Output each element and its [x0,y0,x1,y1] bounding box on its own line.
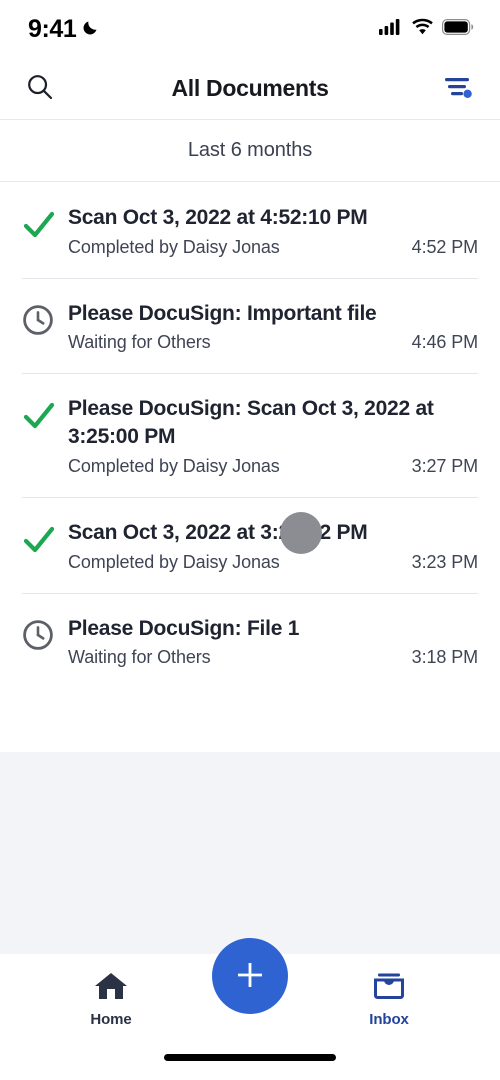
create-new-button[interactable] [212,938,288,1014]
nav-tab-home[interactable]: Home [56,970,166,1028]
document-content: Please DocuSign: File 1 Waiting for Othe… [68,615,478,669]
nav-tab-inbox-label: Inbox [369,1011,409,1028]
table-row[interactable]: Scan Oct 3, 2022 at 4:52:10 PM Completed… [0,182,500,278]
home-indicator-bar [164,1054,336,1061]
document-meta: Waiting for Others 4:46 PM [68,332,478,353]
status-icon-cell [22,204,68,247]
plus-icon [233,958,267,995]
table-row[interactable]: Please DocuSign: File 1 Waiting for Othe… [0,592,500,689]
status-bar-right [379,18,474,40]
document-content: Please DocuSign: Scan Oct 3, 2022 at 3:2… [68,395,478,476]
document-timestamp: 4:52 PM [411,236,478,257]
green-checkmark-icon [22,208,56,247]
inbox-icon [372,970,406,1005]
app-header: All Documents [0,58,500,120]
document-status-text: Completed by Daisy Jonas [68,551,280,572]
document-list: Scan Oct 3, 2022 at 4:52:10 PM Completed… [0,182,500,690]
search-icon [25,72,55,105]
document-content: Scan Oct 3, 2022 at 3:22:12 PM Completed… [68,519,478,573]
crescent-moon-icon [81,17,101,42]
document-title: Scan Oct 3, 2022 at 4:52:10 PM [68,206,368,229]
status-icon-cell [22,615,68,656]
document-status-text: Waiting for Others [68,332,211,353]
document-title: Scan Oct 3, 2022 at 3:22:12 PM [68,520,368,544]
document-status-text: Completed by Daisy Jonas [68,455,280,476]
filter-icon [442,72,474,105]
document-title: Please DocuSign: File 1 [68,616,300,640]
page-title: All Documents [171,75,329,101]
home-icon [93,970,129,1005]
document-meta: Waiting for Others 3:18 PM [68,647,478,668]
date-range-label: Last 6 months [187,139,313,161]
status-icon-cell [22,519,68,562]
table-row[interactable]: Please DocuSign: Important file Waiting … [0,277,500,374]
search-button[interactable] [20,69,60,109]
document-status-text: Waiting for Others [68,647,211,668]
clock-icon [22,304,54,341]
green-checkmark-icon [22,399,56,438]
document-timestamp: 3:23 PM [411,551,478,572]
status-icon-cell [22,395,68,438]
document-content: Scan Oct 3, 2022 at 4:52:10 PM Completed… [68,204,478,258]
cellular-signal-icon [379,18,403,40]
document-title: Please DocuSign: Scan Oct 3, 2022 at 3:2… [68,397,434,449]
table-row[interactable]: Please DocuSign: Scan Oct 3, 2022 at 3:2… [0,373,500,497]
green-checkmark-icon [22,523,56,562]
document-meta: Completed by Daisy Jonas 4:52 PM [68,237,478,258]
nav-tab-home-label: Home [90,1011,132,1028]
document-timestamp: 3:27 PM [411,455,478,476]
document-content: Please DocuSign: Important file Waiting … [68,300,478,354]
document-status-text: Completed by Daisy Jonas [68,236,280,257]
wifi-icon [411,18,434,40]
document-title: Please DocuSign: Important file [68,301,377,325]
touch-cursor-indicator [280,512,322,554]
document-meta: Completed by Daisy Jonas 3:27 PM [68,456,478,477]
battery-full-icon [442,18,474,40]
status-icon-cell [22,300,68,341]
document-timestamp: 3:18 PM [411,647,478,668]
empty-list-area [0,752,500,954]
date-range-header: Last 6 months [0,120,500,182]
status-bar: 9:41 [0,0,500,58]
status-bar-clock: 9:41 [28,14,77,43]
document-meta: Completed by Daisy Jonas 3:23 PM [68,552,478,573]
filter-button[interactable] [438,69,478,109]
clock-icon [22,619,54,656]
document-timestamp: 4:46 PM [411,332,478,353]
nav-tab-inbox[interactable]: Inbox [334,970,444,1028]
status-bar-left: 9:41 [28,15,101,44]
table-row[interactable]: Scan Oct 3, 2022 at 3:22:12 PM Completed… [0,496,500,593]
